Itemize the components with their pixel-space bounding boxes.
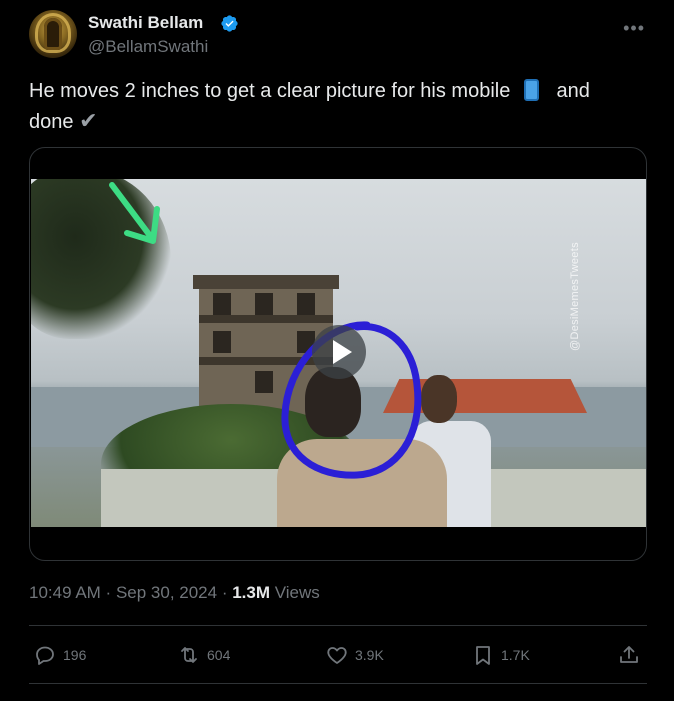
meta-separator: · (100, 583, 116, 602)
divider (29, 625, 647, 626)
bookmark-count: 1.7K (501, 647, 530, 663)
divider (29, 683, 647, 684)
more-options-icon[interactable]: ••• (623, 18, 645, 39)
mobile-phone-emoji-icon (523, 79, 539, 101)
views-count: 1.3M (232, 583, 270, 602)
author-name[interactable]: Swathi Bellam (88, 13, 203, 33)
views-label: Views (270, 583, 320, 602)
video-watermark: @DesiMemesTweets (569, 242, 581, 351)
tweet-meta: 10:49 AM · Sep 30, 2024 · 1.3M Views (29, 583, 320, 603)
verified-badge-icon[interactable] (220, 14, 239, 33)
like-count: 3.9K (355, 647, 384, 663)
tweet-header: Swathi Bellam @BellamSwathi ••• (29, 10, 649, 62)
reply-button[interactable]: 196 (33, 638, 86, 672)
share-icon (620, 646, 638, 663)
tweet-text: He moves 2 inches to get a clear picture… (29, 77, 649, 137)
media-container[interactable]: @DesiMemesTweets (29, 147, 647, 561)
repost-count: 604 (207, 647, 231, 663)
meta-separator: · (217, 583, 233, 602)
tweet-text-line1: He moves 2 inches to get a clear picture… (29, 80, 511, 102)
bookmark-button[interactable]: 1.7K (471, 638, 530, 672)
green-arrow-annotation-icon (109, 182, 160, 244)
reply-count: 196 (63, 647, 87, 663)
tweet-text-and: and (556, 80, 590, 102)
heart-icon (327, 647, 347, 664)
tweet-date[interactable]: Sep 30, 2024 (116, 583, 217, 602)
play-button[interactable] (312, 325, 366, 379)
play-icon (333, 340, 352, 364)
share-button[interactable] (617, 638, 641, 672)
tweet-text-done: done (29, 111, 74, 133)
video-player[interactable]: @DesiMemesTweets (31, 179, 646, 527)
avatar[interactable] (29, 10, 77, 58)
tweet-time[interactable]: 10:49 AM (29, 583, 101, 602)
action-bar: 196 604 3.9K 1.7K (29, 638, 647, 672)
author-handle[interactable]: @BellamSwathi (88, 37, 208, 57)
repost-icon (181, 647, 197, 663)
repost-button[interactable]: 604 (177, 638, 230, 672)
check-mark-emoji-icon: ✔ (79, 108, 98, 133)
like-button[interactable]: 3.9K (325, 638, 384, 672)
bookmark-icon (476, 646, 490, 665)
reply-icon (36, 646, 54, 665)
